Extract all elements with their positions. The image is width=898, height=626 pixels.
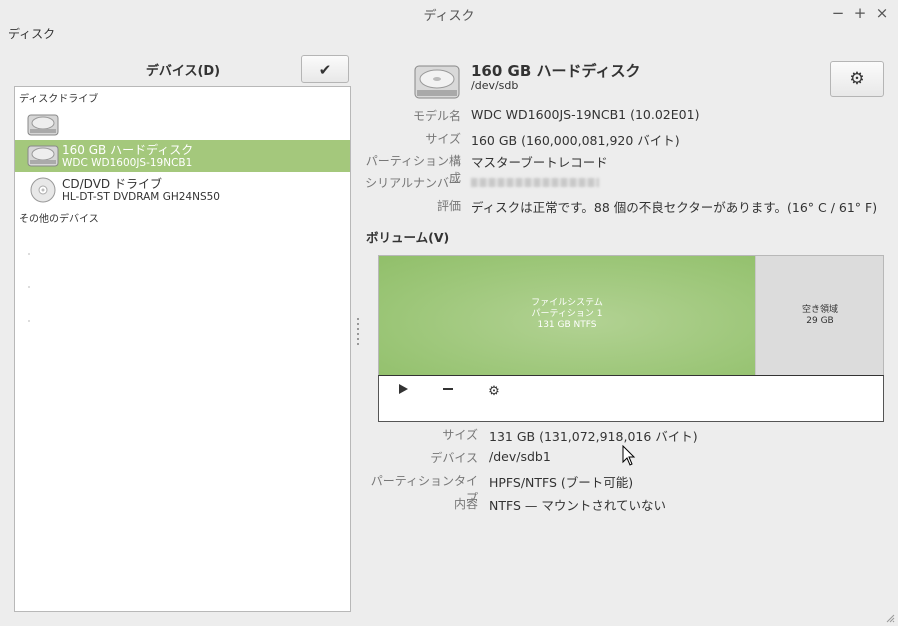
mount-button[interactable] [393,382,413,400]
vprop-value-device: /dev/sdb1 [489,449,551,464]
pane-resize-handle[interactable] [357,318,360,350]
partition-line2: パーティション 1 [531,309,603,319]
close-icon[interactable]: × [872,3,892,23]
prop-value-model: WDC WD1600JS-19NCB1 (10.02E01) [471,107,700,122]
free-line2: 29 GB [806,316,834,326]
hard-disk-icon [414,65,460,99]
volume-free-space[interactable]: 空き領域 29 GB [755,256,884,375]
disk-title: 160 GB ハードディスク [471,62,641,80]
free-line1: 空き領域 [801,305,838,315]
device-detail: HL-DT-ST DVDRAM GH24NS50 [62,191,220,203]
device-item-hard-disk[interactable]: 160 GB ハードディスク WDC WD1600JS-19NCB1 [15,140,350,172]
list-placeholder [28,320,30,322]
minus-icon [443,388,453,390]
vprop-value-contents: NTFS — マウントされていない [489,498,666,513]
device-item-optical[interactable]: CD/DVD ドライブ HL-DT-ST DVDRAM GH24NS50 [15,174,350,206]
disk-settings-button[interactable]: ⚙ [830,61,884,97]
hard-disk-icon [27,114,59,136]
device-detail: WDC WD1600JS-19NCB1 [62,157,193,169]
vprop-label-device: デバイス [430,451,478,465]
maximize-icon[interactable]: + [850,3,870,23]
gear-icon: ⚙ [849,69,865,89]
disk-path: /dev/sdb [471,79,519,92]
partition-settings-button[interactable]: ⚙ [484,382,504,400]
vprop-value-partition-type: HPFS/NTFS (ブート可能) [489,475,634,490]
volume-partition-1[interactable]: ファイルシステム パーティション 1 131 GB NTFS [379,256,755,375]
menu-disk[interactable]: ディスク [8,25,55,42]
device-name: 160 GB ハードディスク [62,143,194,157]
prop-label-model: モデル名 [412,109,461,123]
window-title: ディスク [423,9,475,24]
group-disk-drives: ディスクドライブ [19,94,99,105]
device-name: CD/DVD ドライブ [62,177,162,191]
minimize-icon[interactable]: − [828,3,848,23]
volumes-header: ボリューム(V) [366,230,450,245]
delete-partition-button[interactable] [438,382,458,400]
prop-value-size: 160 GB (160,000,081,920 バイト) [471,133,680,148]
partition-line3: 131 GB NTFS [537,320,597,330]
title-bar: ディスク − + × [0,0,898,26]
resize-grip-icon[interactable] [886,614,895,623]
hard-disk-icon [27,145,59,167]
partition-line1: ファイルシステム [531,298,603,308]
prop-value-serial-redacted [471,174,599,190]
vprop-label-contents: 内容 [453,497,478,511]
volume-map: ファイルシステム パーティション 1 131 GB NTFS 空き領域 29 G… [378,255,884,376]
play-icon [399,384,408,394]
volume-toolbar: ⚙ [378,375,884,422]
check-button[interactable]: ✔ [301,55,349,83]
gears-icon: ⚙ [488,384,500,399]
device-item-unnamed[interactable] [15,109,350,141]
list-placeholder [28,253,30,255]
prop-value-partitioning: マスターブートレコード [471,155,608,170]
mouse-cursor-icon [622,445,636,466]
group-other-devices: その他のデバイス [19,214,99,225]
checkmark-icon: ✔ [318,61,332,79]
prop-label-assessment: 評価 [436,199,461,213]
prop-label-size: サイズ [425,132,461,146]
prop-label-serial: シリアルナンバー [365,176,461,190]
device-list[interactable]: ディスクドライブ 160 GB ハードディスク WDC WD1600JS-19N… [14,86,351,612]
vprop-label-size: サイズ [442,428,478,442]
optical-disc-icon [30,177,56,203]
list-placeholder [28,286,30,288]
prop-value-assessment: ディスクは正常です。88 個の不良セクターがあります。(16° C / 61° … [471,200,878,215]
vprop-value-size: 131 GB (131,072,918,016 バイト) [489,429,698,444]
